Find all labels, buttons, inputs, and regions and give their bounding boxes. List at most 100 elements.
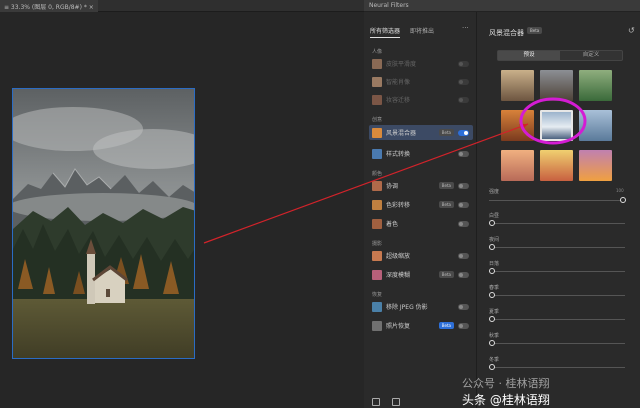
slider-winter-knob[interactable] [489,364,495,370]
filter-label: 照片恢复 [386,323,411,330]
slider-label-sunset: 日落 [489,261,500,267]
filter-style-transfer[interactable]: 样式转换 [369,146,473,161]
filter-toggle[interactable] [458,150,469,157]
preset-thumbnail-selected[interactable] [540,110,573,141]
category-photography: 摄影 [372,241,383,247]
filter-depth-blur[interactable]: 深度模糊 Beta [369,267,473,282]
filter-toggle[interactable] [458,322,469,329]
output-icon[interactable] [392,398,400,406]
category-portrait: 人像 [372,49,383,55]
filter-toggle[interactable] [458,271,469,278]
layers-icon[interactable] [372,398,380,406]
filter-tabs: 所有筛选器 即将推出 [370,26,434,38]
filter-label: 着色 [386,221,399,228]
more-options-icon[interactable]: ··· [462,24,469,32]
filter-super-zoom[interactable]: 超级缩放 [369,248,473,263]
filter-toggle[interactable] [458,182,469,189]
beta-badge: Beta [527,27,543,34]
filter-jpeg-artifact-removal[interactable]: 移除 JPEG 伪影 [369,299,473,314]
filter-color-transfer[interactable]: 色彩转移 Beta [369,197,473,212]
neural-filters-titlebar: Neural Filters [364,0,640,12]
preset-thumbnail[interactable] [579,150,612,181]
filter-label: 样式转换 [386,151,411,158]
filter-label: 移除 JPEG 伪影 [386,304,428,311]
preset-custom-switch: 预设 自定义 [497,50,623,61]
slider-sunset-knob[interactable] [489,268,495,274]
jpeg-artifact-thumbnail [372,301,382,312]
filter-smart-portrait[interactable]: 智能肖像 [369,74,473,89]
preset-thumbnails [501,70,613,188]
skin-smoothing-thumbnail [372,58,382,69]
slider-spring[interactable] [489,295,625,296]
filter-toggle[interactable] [458,201,469,208]
filter-toggle[interactable] [458,96,469,103]
filter-photo-restoration[interactable]: 照片恢复 Beta [369,318,473,333]
slider-max-value: 100 [616,188,624,193]
preset-thumbnail[interactable] [501,70,534,101]
filter-toggle[interactable] [458,129,469,136]
slider-strength-knob[interactable] [620,197,626,203]
filter-harmonization[interactable]: 协调 Beta [369,178,473,193]
slider-winter[interactable] [489,367,625,368]
slider-day-knob[interactable] [489,220,495,226]
filter-toggle[interactable] [458,78,469,85]
slider-night-knob[interactable] [489,244,495,250]
document-tab[interactable]: ≡ 33.3% (图层 0, RGB/8#) * × [0,0,98,12]
filter-toggle[interactable] [458,220,469,227]
tab-coming-soon[interactable]: 即将推出 [410,26,434,38]
neural-filters-title: Neural Filters [369,2,409,9]
filter-skin-smoothing[interactable]: 皮肤平滑度 [369,56,473,71]
slider-label-night: 夜间 [489,237,500,243]
preset-thumbnail[interactable] [501,110,534,141]
slider-day[interactable] [489,223,625,224]
beta-badge: Beta [438,129,454,136]
filter-label: 协调 [386,183,399,190]
slider-label-strength: 强度 [489,189,500,195]
slider-label-spring: 春季 [489,285,500,291]
beta-badge: Beta [438,201,454,208]
beta-badge: Beta [438,322,454,329]
preset-thumbnail[interactable] [579,110,612,141]
slider-label-winter: 冬季 [489,357,500,363]
slider-strength[interactable] [489,200,625,201]
watermark-sub: 公众号 · 桂林语翔 [462,377,550,390]
harmonization-thumbnail [372,180,382,191]
preset-thumbnail[interactable] [540,70,573,101]
filter-toggle[interactable] [458,252,469,259]
filter-makeup-transfer[interactable]: 妆容迁移 [369,92,473,107]
tab-all-filters[interactable]: 所有筛选器 [370,26,401,38]
slider-spring-knob[interactable] [489,292,495,298]
slider-summer[interactable] [489,319,625,320]
tab-custom[interactable]: 自定义 [560,51,622,60]
filter-label: 智能肖像 [386,79,411,86]
preset-thumbnail[interactable] [540,150,573,181]
preset-thumbnail[interactable] [579,70,612,101]
beta-badge: Beta [438,271,454,278]
slider-autumn[interactable] [489,343,625,344]
filter-label: 妆容迁移 [386,97,411,104]
reset-icon[interactable]: ↺ [628,26,635,35]
category-creative: 创意 [372,117,383,123]
slider-sunset[interactable] [489,271,625,272]
filter-panel-footer [372,398,400,406]
filter-colorize[interactable]: 着色 [369,216,473,231]
document-tab-bar: ≡ 33.3% (图层 0, RGB/8#) * × [0,0,364,12]
filter-landscape-mixer[interactable]: 风景混合器 Beta [369,125,473,140]
makeup-transfer-thumbnail [372,94,382,105]
filter-list-panel: 所有筛选器 即将推出 ··· 人像 皮肤平滑度 智能肖像 妆容迁移 创意 风景混… [364,12,477,408]
slider-label-day: 白昼 [489,213,500,219]
document-image [12,88,195,359]
tab-presets[interactable]: 预设 [498,51,560,60]
photo-restoration-thumbnail [372,320,382,331]
watermark-main: 头条 @桂林语翔 [462,393,550,407]
filter-toggle[interactable] [458,60,469,67]
slider-summer-knob[interactable] [489,316,495,322]
colorize-thumbnail [372,218,382,229]
landscape-mixer-thumbnail [372,127,382,138]
filter-label: 深度模糊 [386,272,411,279]
slider-night[interactable] [489,247,625,248]
smart-portrait-thumbnail [372,76,382,87]
preset-thumbnail[interactable] [501,150,534,181]
filter-toggle[interactable] [458,303,469,310]
slider-autumn-knob[interactable] [489,340,495,346]
